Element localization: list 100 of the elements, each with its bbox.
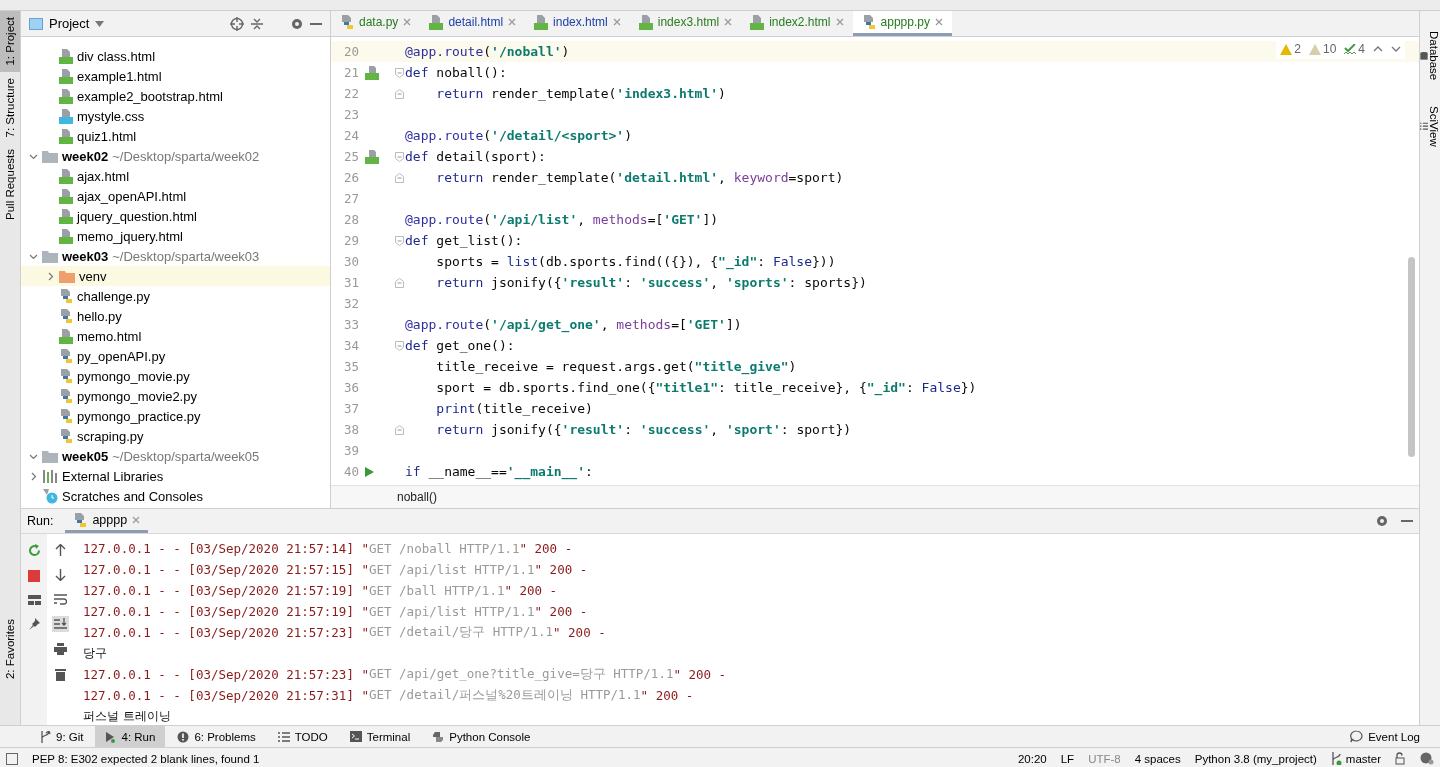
editor-tab[interactable]: index3.html [629,11,742,36]
tree-item[interactable]: div class.html [21,46,330,66]
warning-icon [1280,43,1293,55]
close-icon[interactable] [724,18,733,26]
tree-item[interactable]: example1.html [21,66,330,86]
tree-item[interactable]: pymongo_movie.py [21,366,330,386]
tool-window-button[interactable]: SciView [1420,100,1440,153]
minimize-icon[interactable] [310,22,322,25]
tree-item[interactable]: py_openAPI.py [21,346,330,366]
tool-window-button[interactable]: Database [1420,25,1440,87]
code-line: print(title_receive) [435,401,593,416]
tree-item[interactable]: week05 ~/Desktop/sparta/week05 [21,446,330,466]
close-icon[interactable] [934,18,943,26]
pin-icon[interactable] [26,616,42,632]
interpreter-selector[interactable]: Python 3.8 (my_project) [1194,752,1317,765]
target-icon[interactable] [230,16,244,31]
folder-icon [59,269,75,283]
cursor-position[interactable]: 20:20 [1017,752,1047,765]
branch-selector[interactable]: master [1330,752,1381,765]
tool-window-button[interactable]: Pull Requests [0,143,20,226]
code-line: return render_template('index3.html') [435,86,726,101]
tree-item[interactable]: pymongo_practice.py [21,406,330,426]
warning-count[interactable]: 2 [1280,42,1301,56]
tree-item[interactable]: ajax_openAPI.html [21,186,330,206]
breadcrumb[interactable]: noball() [397,490,438,504]
tree-item[interactable]: External Libraries [21,466,330,486]
list-icon [1420,121,1428,133]
tool-tab[interactable]: TODO [267,726,338,747]
code-line: @app.route('/api/get_one', methods=['GET']) [405,317,742,332]
branch-icon [1330,752,1342,765]
indent-setting[interactable]: 4 spaces [1134,752,1181,765]
dropdown-icon[interactable] [95,20,105,27]
print-icon[interactable] [51,641,69,657]
tree-item[interactable]: memo.html [21,326,330,346]
collapse-icon[interactable] [250,16,264,31]
speech-bubble-icon [1350,730,1364,743]
window-icon[interactable] [6,752,18,765]
tool-tab[interactable]: 9: Git [30,726,94,747]
close-icon[interactable] [508,18,517,26]
tool-tab[interactable]: 4: Run [95,726,166,747]
tool-window-button[interactable]: 7: Structure [0,71,20,144]
scrollbar[interactable] [1408,257,1415,457]
tool-tab[interactable]: Python Console [422,726,541,747]
branch-icon [40,730,51,743]
tool-tab[interactable]: 6: Problems [167,726,266,747]
status-message: PEP 8: E302 expected 2 blank lines, found 1 [32,752,261,765]
tool-window-button[interactable]: 2: Favorites [0,612,20,685]
html-file-icon [59,88,73,104]
settings-icon[interactable] [1375,514,1389,528]
editor-tab[interactable]: apppp.py [852,11,952,36]
code-line: @app.route('/noball') [405,44,570,59]
python-file-icon [340,14,354,30]
folder-icon [42,449,58,463]
tree-item[interactable]: Scratches and Consoles [21,486,330,506]
scroll-end-icon[interactable] [51,616,69,632]
editor-tab[interactable]: index.html [525,11,630,36]
close-icon[interactable] [835,18,844,26]
run-tab[interactable]: apppp [65,509,149,533]
tree-item[interactable]: ajax.html [21,166,330,186]
close-icon[interactable] [612,18,621,26]
tree-item[interactable]: pymongo_movie2.py [21,386,330,406]
tree-item[interactable]: memo_jquery.html [21,226,330,246]
tree-item[interactable]: example2_bootstrap.html [21,86,330,106]
close-icon[interactable] [132,515,141,524]
tree-item[interactable]: quiz1.html [21,126,330,146]
wrap-icon[interactable] [51,592,69,607]
lock-icon[interactable] [1395,752,1406,765]
panel-title[interactable]: Project [49,16,90,31]
event-log-button[interactable]: Event Log [1340,726,1430,747]
trash-icon[interactable] [52,666,68,683]
tree-item[interactable]: venv [21,266,330,286]
line-number: 20 [342,44,360,59]
html-file-icon[interactable] [365,149,379,164]
console-output: 당구 [83,645,107,662]
tree-item[interactable]: mystyle.css [21,106,330,126]
typo-count[interactable]: 4 [1344,42,1365,56]
tree-item[interactable]: scraping.py [21,426,330,446]
editor-tab[interactable]: index2.html [741,11,853,36]
settings-icon[interactable] [290,16,304,31]
python-file-icon [59,348,73,364]
line-number: 33 [342,317,360,332]
editor-tab[interactable]: detail.html [420,11,526,36]
tree-item[interactable]: week02 ~/Desktop/sparta/week02 [21,146,330,166]
close-icon[interactable] [403,18,412,26]
tree-item[interactable]: week03 ~/Desktop/sparta/week03 [21,246,330,266]
weak-warning-count[interactable]: 10 [1308,42,1337,56]
layout-icon[interactable] [25,593,43,607]
line-number: 23 [342,107,360,122]
html-file-icon [59,128,73,144]
editor-tab[interactable]: data.py [331,11,421,36]
tool-tab[interactable]: Terminal [339,726,421,747]
tree-item[interactable]: challenge.py [21,286,330,306]
html-file-icon[interactable] [365,65,379,80]
code-line: return render_template('detail.html', keyword=sport) [435,170,844,185]
stop-icon[interactable] [26,568,42,584]
tree-item[interactable]: hello.py [21,306,330,326]
run-icon[interactable] [365,466,374,477]
tool-window-button[interactable]: 1: Project [0,11,20,72]
tree-item[interactable]: jquery_question.html [21,206,330,226]
line-separator[interactable]: LF [1060,752,1075,765]
